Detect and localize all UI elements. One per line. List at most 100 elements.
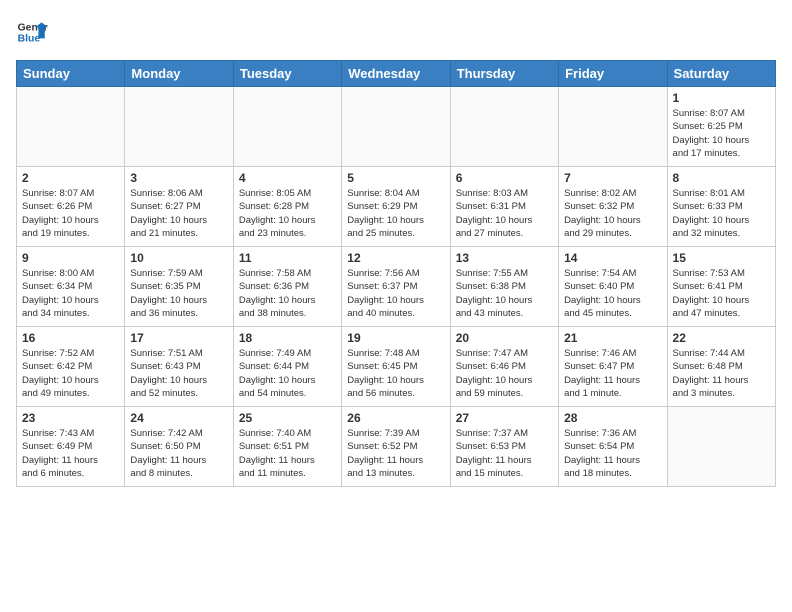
calendar-day: 2 Sunrise: 8:07 AM Sunset: 6:26 PM Daylig… (17, 167, 125, 247)
day-info: Sunrise: 7:59 AM Sunset: 6:35 PM Dayligh… (130, 267, 227, 320)
calendar-day: 5Sunrise: 8:04 AM Sunset: 6:29 PM Daylig… (342, 167, 450, 247)
calendar-day: 14 Sunrise: 7:54 AM Sunset: 6:40 PM Dayli… (559, 247, 667, 327)
calendar-day: 16 Sunrise: 7:52 AM Sunset: 6:42 PM Dayli… (17, 327, 125, 407)
day-info: Sunrise: 7:55 AM Sunset: 6:38 PM Dayligh… (456, 267, 553, 320)
day-info: Sunrise: 7:37 AM Sunset: 6:53 PM Dayligh… (456, 427, 553, 480)
day-number: 13 (456, 251, 553, 265)
day-info: Sunrise: 8:07 AM Sunset: 6:25 PM Dayligh… (673, 107, 770, 160)
calendar-day (342, 87, 450, 167)
weekday-header-friday: Friday (559, 61, 667, 87)
day-number: 11 (239, 251, 336, 265)
day-number: 28 (564, 411, 661, 425)
day-number: 8 (673, 171, 770, 185)
calendar-day: 10 Sunrise: 7:59 AM Sunset: 6:35 PM Dayli… (125, 247, 233, 327)
day-number: 15 (673, 251, 770, 265)
day-info: Sunrise: 8:06 AM Sunset: 6:27 PM Dayligh… (130, 187, 227, 240)
calendar-day: 22 Sunrise: 7:44 AM Sunset: 6:48 PM Dayli… (667, 327, 775, 407)
day-info: Sunrise: 7:49 AM Sunset: 6:44 PM Dayligh… (239, 347, 336, 400)
calendar-day: 20Sunrise: 7:47 AM Sunset: 6:46 PM Dayli… (450, 327, 558, 407)
day-info: Sunrise: 8:07 AM Sunset: 6:26 PM Dayligh… (22, 187, 119, 240)
day-info: Sunrise: 7:40 AM Sunset: 6:51 PM Dayligh… (239, 427, 336, 480)
calendar-week-4: 16 Sunrise: 7:52 AM Sunset: 6:42 PM Dayli… (17, 327, 776, 407)
day-number: 12 (347, 251, 444, 265)
calendar-day: 21Sunrise: 7:46 AM Sunset: 6:47 PM Dayli… (559, 327, 667, 407)
calendar-day: 23 Sunrise: 7:43 AM Sunset: 6:49 PM Dayli… (17, 407, 125, 487)
calendar-day: 24 Sunrise: 7:42 AM Sunset: 6:50 PM Dayli… (125, 407, 233, 487)
calendar-day (667, 407, 775, 487)
calendar-day: 18 Sunrise: 7:49 AM Sunset: 6:44 PM Dayli… (233, 327, 341, 407)
day-number: 24 (130, 411, 227, 425)
day-number: 14 (564, 251, 661, 265)
day-number: 10 (130, 251, 227, 265)
day-info: Sunrise: 7:54 AM Sunset: 6:40 PM Dayligh… (564, 267, 661, 320)
calendar-header-row: SundayMondayTuesdayWednesdayThursdayFrid… (17, 61, 776, 87)
calendar-week-1: 1Sunrise: 8:07 AM Sunset: 6:25 PM Daylig… (17, 87, 776, 167)
day-info: Sunrise: 8:00 AM Sunset: 6:34 PM Dayligh… (22, 267, 119, 320)
day-info: Sunrise: 7:36 AM Sunset: 6:54 PM Dayligh… (564, 427, 661, 480)
day-info: Sunrise: 7:56 AM Sunset: 6:37 PM Dayligh… (347, 267, 444, 320)
calendar-day: 13 Sunrise: 7:55 AM Sunset: 6:38 PM Dayli… (450, 247, 558, 327)
day-number: 6 (456, 171, 553, 185)
day-info: Sunrise: 7:43 AM Sunset: 6:49 PM Dayligh… (22, 427, 119, 480)
day-number: 27 (456, 411, 553, 425)
calendar-day (17, 87, 125, 167)
weekday-header-monday: Monday (125, 61, 233, 87)
calendar-day: 4 Sunrise: 8:05 AM Sunset: 6:28 PM Daylig… (233, 167, 341, 247)
page-header: General Blue (16, 16, 776, 48)
day-number: 18 (239, 331, 336, 345)
calendar-day: 26 Sunrise: 7:39 AM Sunset: 6:52 PM Dayli… (342, 407, 450, 487)
day-info: Sunrise: 7:58 AM Sunset: 6:36 PM Dayligh… (239, 267, 336, 320)
day-number: 19 (347, 331, 444, 345)
day-number: 2 (22, 171, 119, 185)
calendar-week-2: 2 Sunrise: 8:07 AM Sunset: 6:26 PM Daylig… (17, 167, 776, 247)
day-number: 9 (22, 251, 119, 265)
calendar-day: 8 Sunrise: 8:01 AM Sunset: 6:33 PM Daylig… (667, 167, 775, 247)
day-info: Sunrise: 7:51 AM Sunset: 6:43 PM Dayligh… (130, 347, 227, 400)
day-number: 23 (22, 411, 119, 425)
weekday-header-wednesday: Wednesday (342, 61, 450, 87)
calendar-week-3: 9 Sunrise: 8:00 AM Sunset: 6:34 PM Daylig… (17, 247, 776, 327)
calendar-week-5: 23 Sunrise: 7:43 AM Sunset: 6:49 PM Dayli… (17, 407, 776, 487)
calendar-day: 19 Sunrise: 7:48 AM Sunset: 6:45 PM Dayli… (342, 327, 450, 407)
day-number: 16 (22, 331, 119, 345)
day-number: 3 (130, 171, 227, 185)
calendar-day (125, 87, 233, 167)
calendar-day: 17 Sunrise: 7:51 AM Sunset: 6:43 PM Dayli… (125, 327, 233, 407)
day-info: Sunrise: 7:48 AM Sunset: 6:45 PM Dayligh… (347, 347, 444, 400)
day-info: Sunrise: 7:46 AM Sunset: 6:47 PM Dayligh… (564, 347, 661, 400)
day-info: Sunrise: 8:03 AM Sunset: 6:31 PM Dayligh… (456, 187, 553, 240)
calendar-day: 25 Sunrise: 7:40 AM Sunset: 6:51 PM Dayli… (233, 407, 341, 487)
day-number: 17 (130, 331, 227, 345)
day-info: Sunrise: 8:05 AM Sunset: 6:28 PM Dayligh… (239, 187, 336, 240)
day-info: Sunrise: 8:02 AM Sunset: 6:32 PM Dayligh… (564, 187, 661, 240)
calendar-day: 6 Sunrise: 8:03 AM Sunset: 6:31 PM Daylig… (450, 167, 558, 247)
calendar-day: 9 Sunrise: 8:00 AM Sunset: 6:34 PM Daylig… (17, 247, 125, 327)
day-info: Sunrise: 7:39 AM Sunset: 6:52 PM Dayligh… (347, 427, 444, 480)
day-number: 22 (673, 331, 770, 345)
calendar-day (450, 87, 558, 167)
calendar-table: SundayMondayTuesdayWednesdayThursdayFrid… (16, 60, 776, 487)
day-number: 4 (239, 171, 336, 185)
calendar-day: 3 Sunrise: 8:06 AM Sunset: 6:27 PM Daylig… (125, 167, 233, 247)
logo-icon: General Blue (16, 16, 48, 48)
day-number: 26 (347, 411, 444, 425)
calendar-day (233, 87, 341, 167)
day-info: Sunrise: 8:01 AM Sunset: 6:33 PM Dayligh… (673, 187, 770, 240)
calendar-day: 1Sunrise: 8:07 AM Sunset: 6:25 PM Daylig… (667, 87, 775, 167)
logo: General Blue (16, 16, 48, 48)
calendar-day: 28 Sunrise: 7:36 AM Sunset: 6:54 PM Dayli… (559, 407, 667, 487)
day-info: Sunrise: 7:42 AM Sunset: 6:50 PM Dayligh… (130, 427, 227, 480)
weekday-header-tuesday: Tuesday (233, 61, 341, 87)
weekday-header-sunday: Sunday (17, 61, 125, 87)
day-info: Sunrise: 7:52 AM Sunset: 6:42 PM Dayligh… (22, 347, 119, 400)
svg-text:Blue: Blue (18, 34, 41, 45)
day-info: Sunrise: 7:47 AM Sunset: 6:46 PM Dayligh… (456, 347, 553, 400)
calendar-day: 7 Sunrise: 8:02 AM Sunset: 6:32 PM Daylig… (559, 167, 667, 247)
calendar-day: 12 Sunrise: 7:56 AM Sunset: 6:37 PM Dayli… (342, 247, 450, 327)
day-number: 25 (239, 411, 336, 425)
calendar-day: 27 Sunrise: 7:37 AM Sunset: 6:53 PM Dayli… (450, 407, 558, 487)
day-number: 7 (564, 171, 661, 185)
day-info: Sunrise: 7:44 AM Sunset: 6:48 PM Dayligh… (673, 347, 770, 400)
calendar-day: 15Sunrise: 7:53 AM Sunset: 6:41 PM Dayli… (667, 247, 775, 327)
day-number: 5 (347, 171, 444, 185)
